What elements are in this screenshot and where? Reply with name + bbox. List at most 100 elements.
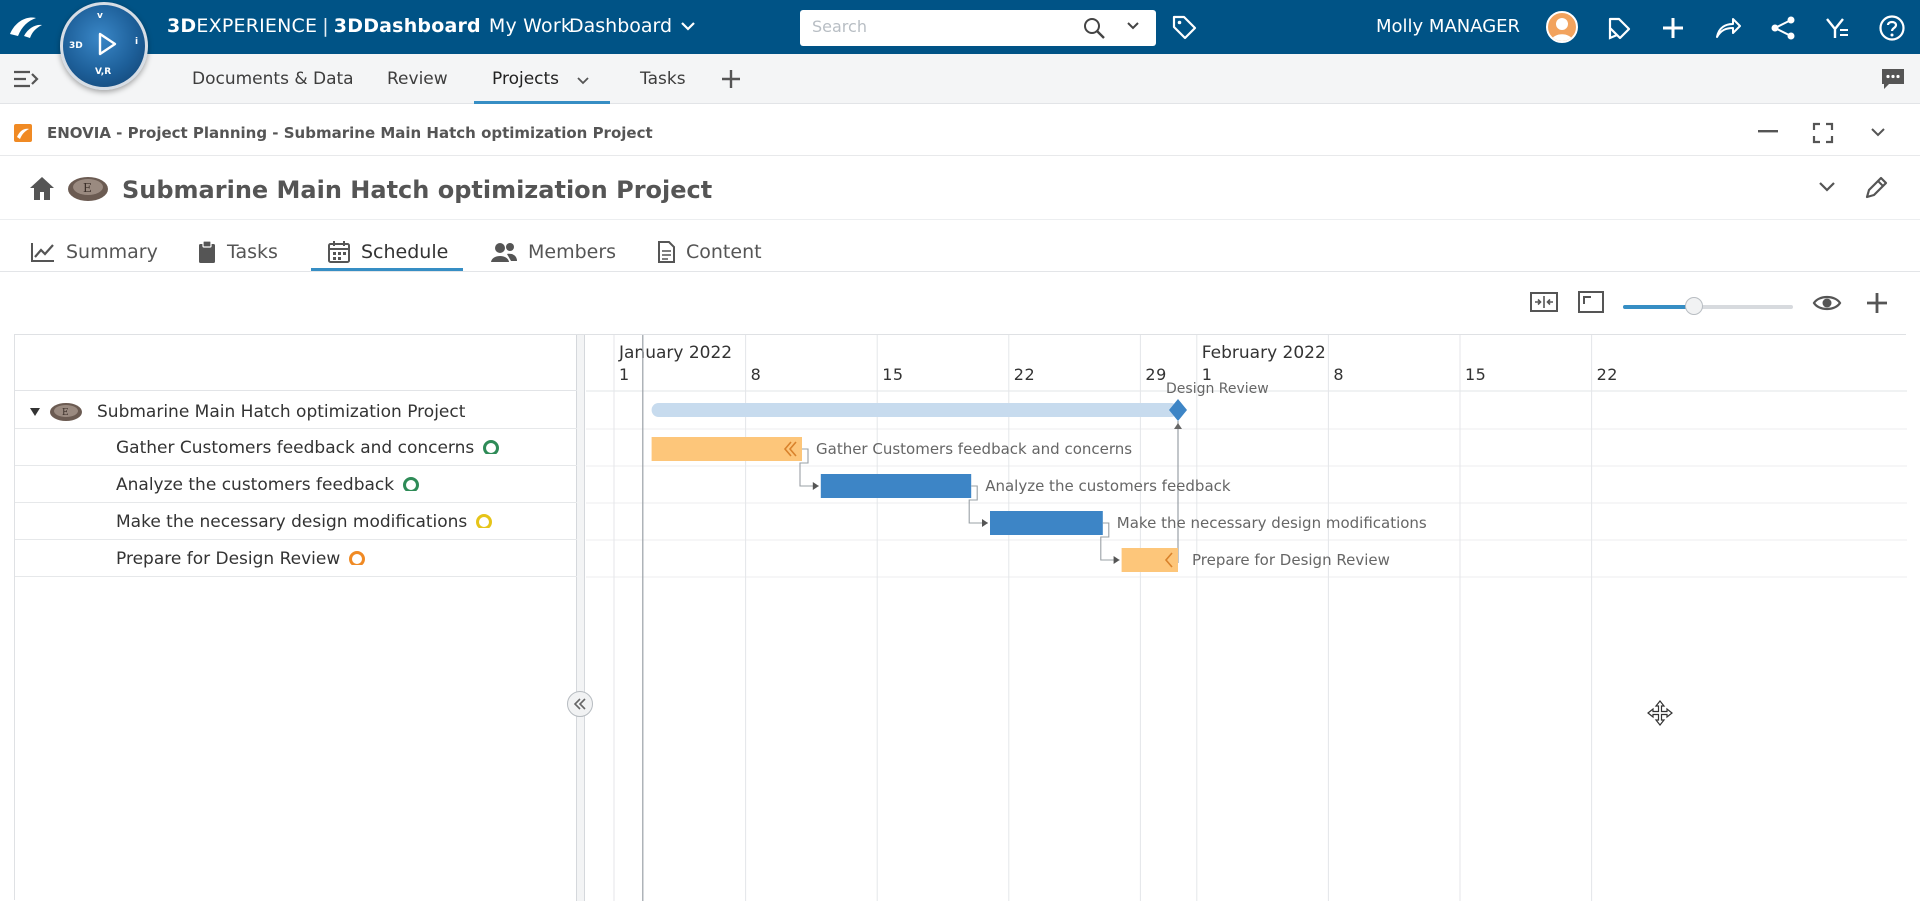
task-3-label: Make the necessary design modifications bbox=[116, 512, 494, 532]
assignee-person-icon[interactable] bbox=[347, 550, 367, 568]
brand-app: 3DDashboard bbox=[333, 15, 481, 37]
members-icon bbox=[491, 243, 517, 262]
dependency-arrow-1 bbox=[812, 482, 819, 490]
milestone-diamond bbox=[1169, 399, 1187, 421]
milestone-label: Design Review bbox=[1166, 381, 1269, 397]
zoom-slider[interactable] bbox=[1623, 297, 1793, 315]
project-info-chevron-icon[interactable] bbox=[1818, 180, 1836, 192]
tab-members-label: Members bbox=[528, 241, 617, 263]
assignee-person-icon[interactable] bbox=[481, 439, 501, 457]
search-input[interactable] bbox=[812, 17, 1072, 36]
assignee-person-icon[interactable] bbox=[401, 476, 421, 494]
day-tick-label-2: 15 bbox=[882, 365, 903, 384]
project-thumbnail-small-icon: E bbox=[50, 403, 82, 421]
widget-title: ENOVIA - Project Planning - Submarine Ma… bbox=[47, 124, 653, 142]
fit-to-width-icon[interactable] bbox=[1530, 290, 1558, 314]
tab-tasks-app[interactable]: Tasks bbox=[197, 232, 278, 272]
svg-text:E: E bbox=[83, 181, 92, 195]
tag-icon[interactable] bbox=[1170, 13, 1198, 41]
compass-button[interactable]: v 3D i V,R bbox=[60, 2, 148, 90]
brand-separator: | bbox=[322, 15, 329, 37]
tab-schedule-label: Schedule bbox=[361, 241, 449, 263]
tree-row-task-2[interactable]: Analyze the customers feedback bbox=[15, 466, 577, 503]
task-tree-header bbox=[15, 335, 577, 391]
dashboard-label: Dashboard bbox=[569, 15, 673, 37]
month-label-0: January 2022 bbox=[618, 343, 732, 363]
task-tree: E Submarine Main Hatch optimization Proj… bbox=[15, 335, 577, 901]
search-options-chevron-icon[interactable] bbox=[1126, 21, 1140, 31]
assignee-person-icon[interactable] bbox=[474, 513, 494, 531]
fullscreen-icon[interactable] bbox=[1578, 290, 1604, 314]
tab-members[interactable]: Members bbox=[490, 232, 616, 272]
dependency-arrow-3 bbox=[1113, 556, 1120, 564]
minimize-icon[interactable] bbox=[1758, 130, 1778, 134]
task-bar-1 bbox=[651, 437, 802, 461]
tree-row-task-1[interactable]: Gather Customers feedback and concerns bbox=[15, 429, 577, 466]
project-summary-bar bbox=[651, 403, 1178, 417]
collaborative-spaces-button[interactable] bbox=[1604, 13, 1634, 43]
share-arrow-icon bbox=[1716, 18, 1741, 38]
add-task-icon[interactable] bbox=[1864, 290, 1890, 316]
widget-menu-chevron-icon[interactable] bbox=[1870, 126, 1886, 138]
top-bar: v 3D i V,R 3DEXPERIENCE | 3DDashboard My Wo… bbox=[0, 0, 1920, 90]
add-tab-icon[interactable] bbox=[718, 66, 744, 92]
user-avatar-icon bbox=[1551, 18, 1573, 41]
play-icon bbox=[98, 32, 117, 56]
tree-row-task-3[interactable]: Make the necessary design modifications bbox=[15, 503, 577, 540]
task-4-name: Prepare for Design Review bbox=[116, 549, 341, 569]
add-button[interactable] bbox=[1658, 13, 1688, 43]
day-tick-label-1: 8 bbox=[751, 365, 762, 384]
chevron-down-icon bbox=[681, 22, 695, 31]
tab-documents-data[interactable]: Documents & Data bbox=[192, 69, 354, 89]
zoom-handle[interactable] bbox=[1685, 297, 1704, 315]
side-menu-icon[interactable] bbox=[12, 68, 40, 90]
expand-caret-icon[interactable] bbox=[29, 407, 41, 417]
task-1-name: Gather Customers feedback and concerns bbox=[116, 438, 475, 458]
project-header: E Submarine Main Hatch optimization Proj… bbox=[0, 160, 1920, 220]
pane-splitter[interactable] bbox=[577, 335, 585, 901]
social-share-button[interactable] bbox=[1768, 13, 1798, 43]
task-3-name: Make the necessary design modifications bbox=[116, 512, 468, 532]
dashboard-selector[interactable]: Dashboard bbox=[569, 15, 696, 37]
compass-left-text: 3D bbox=[69, 41, 83, 51]
task-bar-label-4: Prepare for Design Review bbox=[1192, 551, 1390, 569]
calendar-icon bbox=[328, 241, 350, 263]
task-1-label: Gather Customers feedback and concerns bbox=[116, 438, 501, 458]
edit-pencil-icon[interactable] bbox=[1862, 174, 1890, 202]
day-tick-label-6: 8 bbox=[1333, 365, 1344, 384]
timeline-chart: 1 8 15 22 29 1 8 15 22 January 2022 February 2022 D… bbox=[586, 335, 1907, 901]
projects-tab-chevron-icon[interactable] bbox=[576, 76, 590, 86]
tab-summary[interactable]: Summary bbox=[30, 232, 158, 272]
search-box bbox=[800, 10, 1156, 46]
dassault-logo-icon[interactable] bbox=[6, 12, 46, 42]
tree-row-task-4[interactable]: Prepare for Design Review bbox=[15, 540, 577, 577]
tab-schedule[interactable]: Schedule bbox=[327, 232, 448, 272]
tab-review[interactable]: Review bbox=[387, 69, 448, 89]
user-name[interactable]: Molly MANAGER bbox=[1376, 16, 1520, 37]
tab-projects[interactable]: Projects bbox=[492, 69, 559, 89]
speech-tag-icon bbox=[1608, 17, 1631, 40]
maximize-icon[interactable] bbox=[1812, 122, 1834, 144]
chat-icon[interactable] bbox=[1880, 66, 1906, 92]
search-icon[interactable] bbox=[1082, 16, 1106, 40]
apps-button[interactable] bbox=[1822, 13, 1852, 43]
month-label-1: February 2022 bbox=[1202, 343, 1326, 363]
tab-tasks-label: Tasks bbox=[227, 241, 278, 263]
enovia-app-icon bbox=[14, 124, 32, 142]
tree-row-project[interactable]: E Submarine Main Hatch optimization Proj… bbox=[15, 391, 577, 429]
page-title: Submarine Main Hatch optimization Projec… bbox=[122, 176, 713, 204]
share-button[interactable] bbox=[1713, 13, 1743, 43]
gantt-timeline-svg: 1 8 15 22 29 1 8 15 22January 2022 February 2022D… bbox=[586, 335, 1907, 901]
tab-tasks[interactable]: Tasks bbox=[640, 69, 686, 89]
collapse-pane-button[interactable] bbox=[567, 691, 593, 717]
schedule-tab-indicator bbox=[311, 268, 463, 271]
home-icon[interactable] bbox=[27, 174, 57, 202]
dependency-arrow-2 bbox=[982, 519, 988, 527]
compass-right-text: i bbox=[135, 37, 139, 47]
tab-content[interactable]: Content bbox=[656, 232, 762, 272]
help-button[interactable] bbox=[1877, 13, 1907, 43]
avatar[interactable] bbox=[1546, 11, 1578, 43]
visibility-eye-icon[interactable] bbox=[1812, 292, 1842, 314]
svg-text:E: E bbox=[62, 408, 69, 418]
task-bar-label-1: Gather Customers feedback and concerns bbox=[816, 440, 1132, 458]
